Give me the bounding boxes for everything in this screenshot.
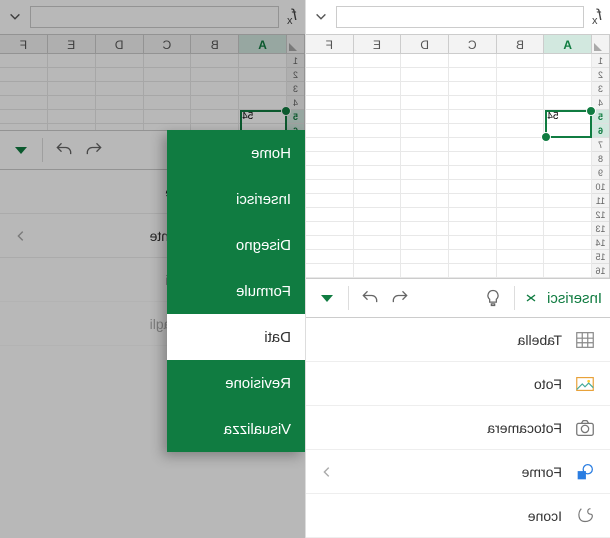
formula-bar: fx bbox=[306, 0, 610, 34]
collapse-panel-icon[interactable] bbox=[314, 285, 340, 311]
formula-input[interactable] bbox=[336, 6, 584, 28]
chevron-down-icon[interactable] bbox=[314, 10, 328, 24]
camera-icon bbox=[574, 417, 596, 439]
photo-icon bbox=[574, 373, 596, 395]
fx-label: fx bbox=[592, 7, 602, 27]
undo-icon[interactable] bbox=[387, 285, 413, 311]
cell-a5[interactable]: 54 bbox=[544, 110, 592, 124]
screen-normal: fx A B C D E F 1234 56 78910 11121314 15… bbox=[305, 0, 610, 538]
col-header-c[interactable]: C bbox=[449, 35, 497, 53]
panel-item-label: Forme bbox=[522, 464, 562, 480]
insert-item-forme[interactable]: Forme bbox=[306, 450, 610, 494]
col-header-b[interactable]: B bbox=[497, 35, 545, 53]
ribbon-menu-revisione[interactable]: Revisione bbox=[167, 360, 305, 406]
ribbon-menu-visualizza[interactable]: Visualizza bbox=[167, 406, 305, 452]
col-header-d[interactable]: D bbox=[401, 35, 449, 53]
row-headers: 1234 56 78910 11121314 1516 bbox=[592, 54, 610, 278]
toolbar: Inserisci bbox=[306, 278, 610, 318]
spreadsheet[interactable]: A B C D E F 1234 56 78910 11121314 1516 … bbox=[306, 34, 610, 278]
insert-item-icone[interactable]: Icone bbox=[306, 494, 610, 538]
panel-item-label: Foto bbox=[534, 376, 562, 392]
ribbon-dropdown-icon[interactable] bbox=[523, 290, 539, 306]
col-header-f[interactable]: F bbox=[306, 35, 354, 53]
select-all-corner[interactable] bbox=[592, 35, 610, 53]
chevron-right-icon bbox=[320, 465, 334, 479]
ribbon-menu-dati[interactable]: Dati bbox=[167, 314, 305, 360]
col-header-a[interactable]: A bbox=[544, 35, 592, 53]
lightbulb-icon[interactable] bbox=[480, 285, 506, 311]
cell-grid[interactable]: 54 bbox=[306, 54, 592, 278]
shapes-icon bbox=[574, 461, 596, 483]
screen-ribbon-dropdown: fx A B C D E F 1234 56 54 bbox=[0, 0, 305, 538]
ribbon-menu-home[interactable]: Home bbox=[167, 130, 305, 176]
insert-item-tabella[interactable]: Tabella bbox=[306, 318, 610, 362]
panel-item-label: Tabella bbox=[518, 332, 562, 348]
redo-icon[interactable] bbox=[357, 285, 383, 311]
ribbon-menu-inserisci[interactable]: Inserisci bbox=[167, 176, 305, 222]
icons-icon bbox=[574, 505, 596, 527]
panel-item-label: Fotocamera bbox=[487, 420, 562, 436]
ribbon-tab-label[interactable]: Inserisci bbox=[547, 290, 602, 307]
column-headers: A B C D E F bbox=[306, 34, 610, 54]
ribbon-menu-formule[interactable]: Formule bbox=[167, 268, 305, 314]
ribbon-menu-disegno[interactable]: Disegno bbox=[167, 222, 305, 268]
table-icon bbox=[574, 329, 596, 351]
panel-item-label: Icone bbox=[528, 508, 562, 524]
insert-item-fotocamera[interactable]: Fotocamera bbox=[306, 406, 610, 450]
insert-item-foto[interactable]: Foto bbox=[306, 362, 610, 406]
ribbon-tab-menu: Home Inserisci Disegno Formule Dati Revi… bbox=[167, 130, 305, 452]
insert-panel: Tabella Foto Fotocamera Forme Icone bbox=[306, 318, 610, 538]
col-header-e[interactable]: E bbox=[354, 35, 402, 53]
